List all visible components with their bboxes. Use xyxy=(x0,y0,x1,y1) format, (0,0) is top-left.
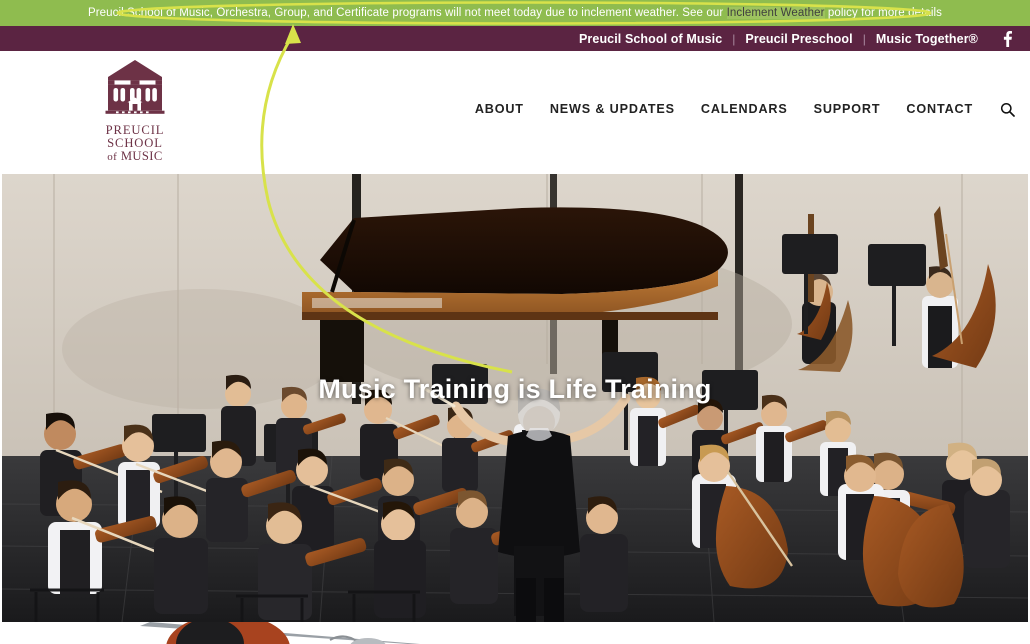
search-icon[interactable] xyxy=(998,100,1016,118)
site-logo[interactable]: PREUCIL SCHOOL of MUSIC xyxy=(95,59,175,165)
nav-item-news-updates[interactable]: NEWS & UPDATES xyxy=(537,102,688,116)
facebook-icon[interactable] xyxy=(1000,30,1014,47)
hero-banner[interactable]: Music Training is Life Training xyxy=(2,174,1028,622)
below-fold-section xyxy=(0,622,1030,644)
main-navigation: ABOUT NEWS & UPDATES CALENDARS SUPPORT C… xyxy=(462,100,1016,118)
site-header: PREUCIL SCHOOL of MUSIC ABOUT NEWS & UPD… xyxy=(0,51,1030,174)
nav-item-support[interactable]: SUPPORT xyxy=(801,102,894,116)
logo-line-3-music: MUSIC xyxy=(120,148,163,163)
utility-nav-bar: Preucil School of Music | Preucil Presch… xyxy=(0,26,1030,51)
preucil-building-logo xyxy=(105,60,165,114)
announcement-bar[interactable]: Preucil School of Music, Orchestra, Grou… xyxy=(0,0,1030,26)
utility-link-music-together[interactable]: Music Together® xyxy=(866,32,988,46)
browser-page: Preucil School of Music, Orchestra, Grou… xyxy=(0,0,1030,644)
logo-line-1: PREUCIL xyxy=(105,123,165,137)
announcement-text-after: policy for more details xyxy=(824,7,943,19)
announcement-text-before: Preucil School of Music, Orchestra, Grou… xyxy=(87,7,727,19)
nav-item-calendars[interactable]: CALENDARS xyxy=(688,102,801,116)
logo-line-3: of MUSIC xyxy=(106,148,165,163)
below-fold-cello-image xyxy=(0,622,1030,644)
logo-wordmark: PREUCIL SCHOOL of MUSIC xyxy=(106,124,165,163)
announcement-text: Preucil School of Music, Orchestra, Grou… xyxy=(88,7,942,19)
nav-item-contact[interactable]: CONTACT xyxy=(893,102,986,116)
nav-item-about[interactable]: ABOUT xyxy=(462,102,537,116)
hero-orchestra-image xyxy=(2,174,1028,622)
inclement-weather-link[interactable]: Inclement Weather xyxy=(726,7,825,19)
logo-line-3-of: of xyxy=(107,150,118,163)
utility-link-preucil-school-of-music[interactable]: Preucil School of Music xyxy=(569,32,732,46)
utility-link-preucil-preschool[interactable]: Preucil Preschool xyxy=(735,32,862,46)
